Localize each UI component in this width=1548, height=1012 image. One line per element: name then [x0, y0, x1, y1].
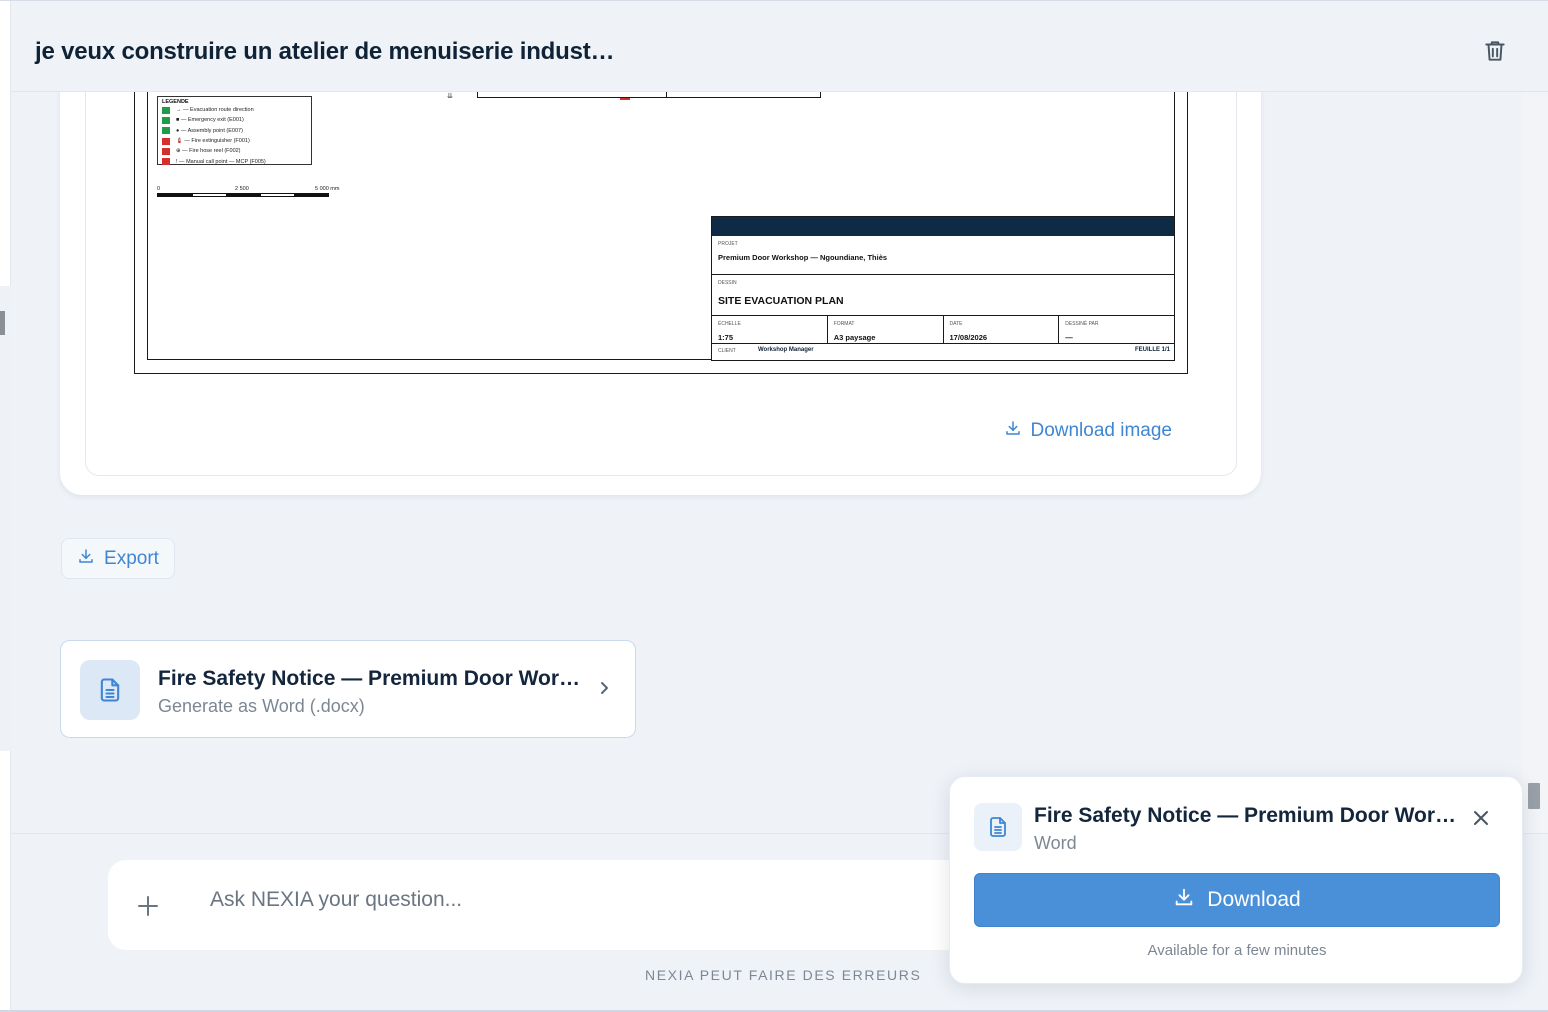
- document-title: Fire Safety Notice — Premium Door Wor…: [158, 667, 581, 690]
- delete-conversation-button[interactable]: [1482, 38, 1508, 64]
- drawing-row: DESSIN SITE EVACUATION PLAN: [712, 275, 1174, 316]
- plan-legend: LEGENDE → — Evacuation route direction ■…: [157, 96, 312, 166]
- scale-mid-label: 2 500: [235, 186, 249, 192]
- image-message-card: ⇊ LEGENDE → — Evacuation route direction…: [60, 61, 1261, 495]
- download-button[interactable]: Download: [974, 873, 1500, 927]
- document-generation-card[interactable]: Fire Safety Notice — Premium Door Wor… G…: [60, 640, 636, 738]
- wall-tick: [666, 92, 667, 98]
- title-block: PROJET Premium Door Workshop — Ngoundian…: [711, 216, 1175, 361]
- scale-segment: [192, 193, 227, 197]
- legend-item-label: ! — Manual call point — MCP (F005): [176, 158, 266, 165]
- scale-segment: [294, 193, 329, 197]
- document-icon: [80, 660, 140, 720]
- legend-item-label: ⊕ — Fire hose reel (F002): [176, 148, 241, 155]
- legend-item-label: ■ — Emergency exit (E001): [176, 117, 244, 124]
- drawn-by-cell: DESSINÉ PAR —: [1059, 316, 1174, 343]
- legend-item: ■ — Emergency exit (E001): [162, 115, 307, 125]
- plus-icon: [136, 896, 160, 922]
- availability-note: Available for a few minutes: [1147, 942, 1327, 959]
- scrollbar-thumb[interactable]: [1528, 783, 1540, 809]
- scale-segment: [157, 193, 193, 197]
- evacuation-plan-image: ⇊ LEGENDE → — Evacuation route direction…: [134, 92, 1188, 374]
- evacuation-arrows-icon: ⇊: [447, 93, 453, 100]
- download-toast: Fire Safety Notice — Premium Door Wor… W…: [949, 776, 1523, 984]
- question-input[interactable]: [210, 885, 910, 915]
- close-icon: [1472, 811, 1490, 831]
- scale-start-label: 0: [157, 186, 161, 192]
- project-row: PROJET Premium Door Workshop — Ngoundian…: [712, 236, 1174, 275]
- legend-item-label: 🧯 — Fire extinguisher (F001): [176, 138, 250, 145]
- legend-item: 🧯 — Fire extinguisher (F001): [162, 136, 307, 146]
- scale-label: ÉCHELLE: [718, 321, 741, 327]
- export-button[interactable]: Export: [61, 538, 175, 579]
- client-label: CLIENT: [718, 348, 736, 354]
- client-row: CLIENT Workshop Manager FEUILLE 1/1: [712, 344, 1174, 360]
- red-swatch-icon: [162, 137, 170, 145]
- legend-item: ● — Assembly point (E007): [162, 126, 307, 136]
- sidebar-resize-handle[interactable]: [0, 311, 5, 335]
- red-swatch-icon: [162, 158, 170, 166]
- add-attachment-button[interactable]: [136, 894, 160, 923]
- chat-scrollbar[interactable]: [1522, 92, 1548, 833]
- toast-title: Fire Safety Notice — Premium Door Wor…: [1034, 804, 1457, 827]
- plan-wall: [477, 92, 821, 98]
- download-icon: [1004, 419, 1022, 443]
- message-composer: [108, 860, 1008, 950]
- legend-item-label: ● — Assembly point (E007): [176, 127, 243, 134]
- green-swatch-icon: [162, 127, 170, 135]
- toast-subtitle: Word: [1034, 833, 1077, 853]
- image-preview-frame: ⇊ LEGENDE → — Evacuation route direction…: [85, 61, 1237, 476]
- fire-equipment-icon: [620, 92, 630, 100]
- project-label: PROJET: [718, 241, 738, 247]
- metadata-row: ÉCHELLE 1:75 FORMAT A3 paysage DATE 17/0…: [712, 316, 1174, 344]
- legend-item: ! — Manual call point — MCP (F005): [162, 156, 307, 166]
- date-label: DATE: [949, 321, 963, 327]
- download-label: Download: [1207, 888, 1301, 911]
- app-window: ⇊ LEGENDE → — Evacuation route direction…: [0, 0, 1548, 1012]
- red-swatch-icon: [162, 147, 170, 155]
- close-toast-button[interactable]: [1472, 809, 1490, 832]
- download-image-link[interactable]: Download image: [1004, 419, 1172, 443]
- sheet-number: FEUILLE 1/1: [1134, 347, 1170, 353]
- format-label: FORMAT: [833, 321, 855, 327]
- document-subtitle: Generate as Word (.docx): [158, 696, 365, 716]
- legend-item: ⊕ — Fire hose reel (F002): [162, 146, 307, 156]
- disclaimer-text: NEXIA PEUT FAIRE DES ERREURS: [645, 967, 922, 983]
- scale-cell: ÉCHELLE 1:75: [712, 316, 828, 343]
- trash-icon: [1482, 41, 1508, 68]
- left-sidebar-edge: [0, 1, 11, 1012]
- title-block-band: [712, 217, 1174, 236]
- scale-segment: [226, 193, 261, 197]
- document-icon: [974, 803, 1022, 851]
- date-cell: DATE 17/08/2026: [944, 316, 1060, 343]
- drawing-title: SITE EVACUATION PLAN: [718, 295, 844, 307]
- download-icon: [1173, 886, 1195, 914]
- project-value: Premium Door Workshop — Ngoundiane, Thiè…: [718, 253, 888, 262]
- drawn-by-label: DESSINÉ PAR: [1065, 321, 1099, 327]
- format-value: A3 paysage: [833, 333, 876, 342]
- scale-bar: 0 2 500 5 000 mm: [157, 186, 357, 202]
- green-swatch-icon: [162, 116, 170, 124]
- sidebar-band: [0, 286, 11, 751]
- chevron-right-icon: [597, 679, 611, 702]
- chat-header: je veux construire un atelier de menuise…: [11, 8, 1548, 92]
- client-value: Workshop Manager: [758, 347, 814, 353]
- download-icon: [77, 547, 95, 571]
- drawing-label: DESSIN: [718, 280, 737, 286]
- format-cell: FORMAT A3 paysage: [828, 316, 944, 343]
- legend-item-label: → — Evacuation route direction: [176, 107, 254, 114]
- date-value: 17/08/2026: [949, 333, 988, 342]
- legend-item: → — Evacuation route direction: [162, 105, 307, 115]
- scale-end-label: 5 000 mm: [315, 186, 340, 192]
- scale-value: 1:75: [718, 333, 734, 342]
- download-image-label: Download image: [1030, 420, 1172, 441]
- scale-segment: [260, 193, 295, 197]
- export-label: Export: [104, 547, 159, 569]
- green-swatch-icon: [162, 106, 170, 114]
- conversation-title: je veux construire un atelier de menuise…: [35, 38, 615, 65]
- drawn-by-value: —: [1065, 333, 1073, 342]
